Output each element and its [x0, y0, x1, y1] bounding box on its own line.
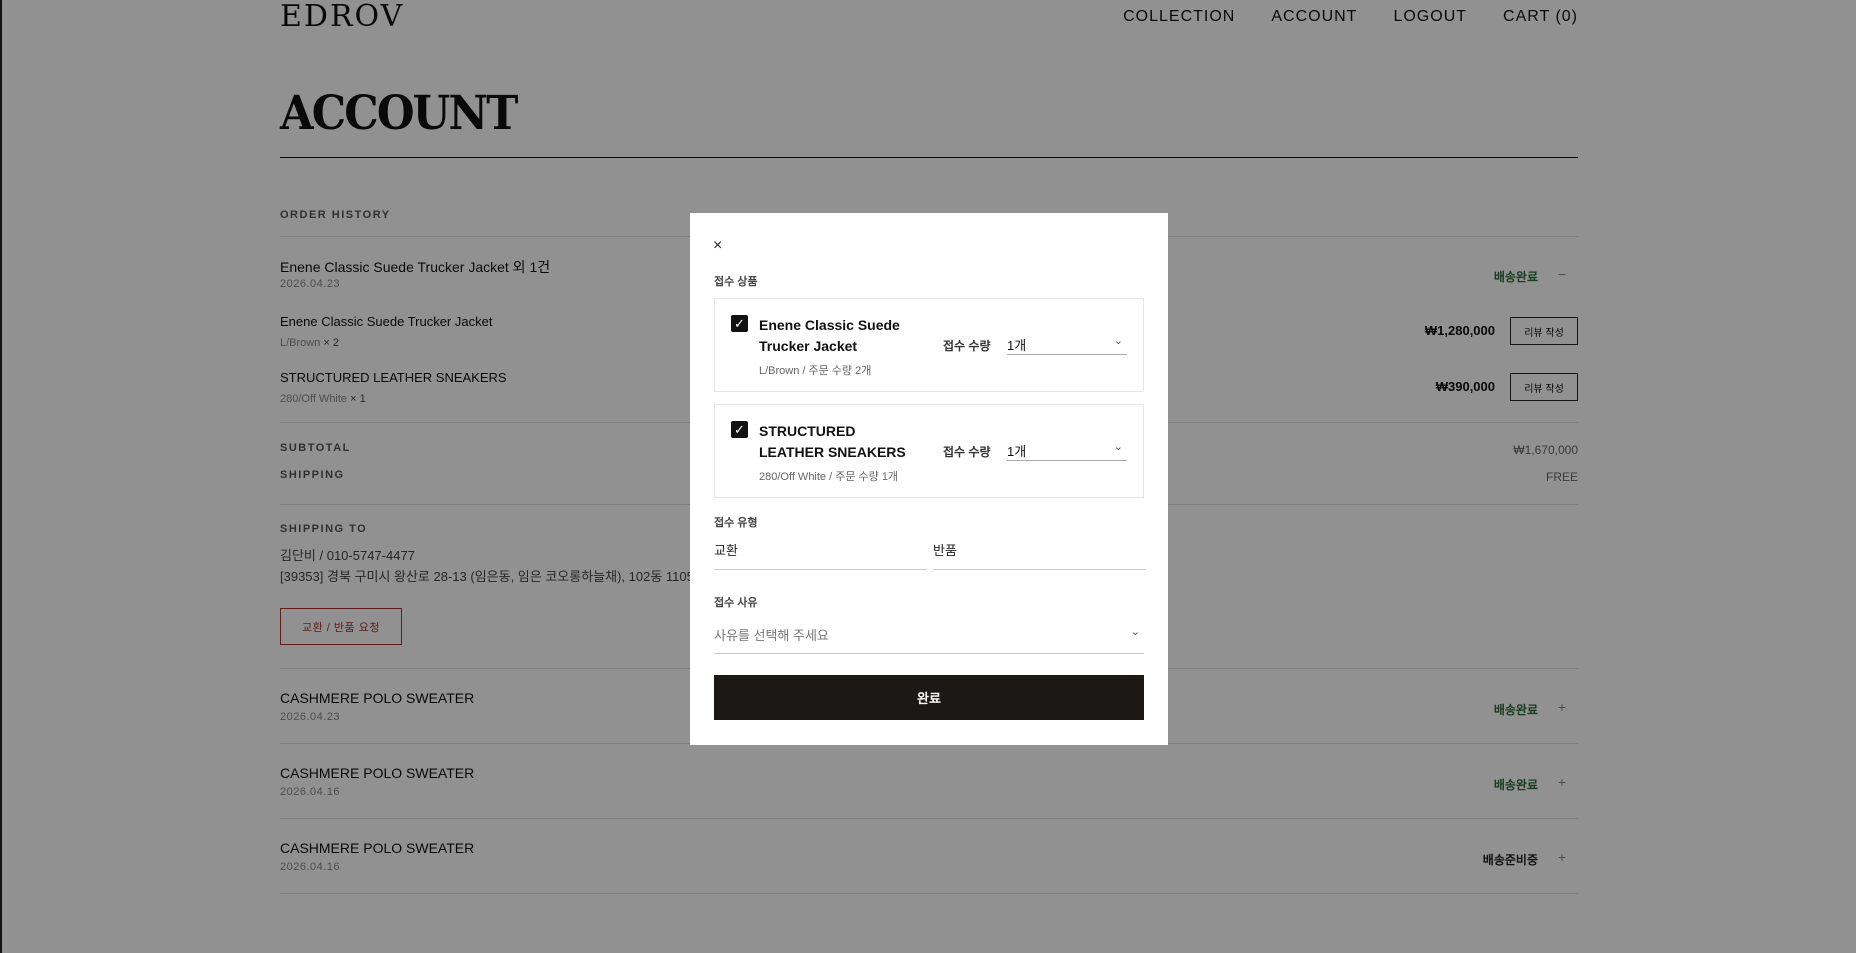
return-item-card: ✓ Enene Classic Suede Trucker Jacket L/B… — [714, 298, 1144, 392]
close-icon[interactable]: × — [713, 238, 722, 254]
chevron-down-icon: ⌄ — [1113, 335, 1123, 347]
chevron-down-icon: ⌄ — [1130, 626, 1140, 638]
qty-label: 접수 수량 — [943, 339, 991, 353]
return-item-card: ✓ STRUCTURED LEATHER SNEAKERS 280/Off Wh… — [714, 404, 1144, 498]
item-checkbox[interactable]: ✓ — [731, 315, 748, 332]
reason-label: 접수 사유 — [714, 597, 758, 609]
item-option: 280/Off White / 주문 수량 1개 — [759, 471, 899, 483]
reason-select[interactable]: 사유를 선택해 주세요 ⌄ — [714, 618, 1144, 654]
qty-select[interactable]: 1개 ⌄ — [1007, 335, 1127, 355]
confirm-button[interactable]: 완료 — [714, 675, 1144, 720]
chevron-down-icon: ⌄ — [1113, 441, 1123, 453]
qty-label: 접수 수량 — [943, 445, 991, 459]
qty-value: 1개 — [1007, 338, 1027, 353]
item-name: Enene Classic Suede Trucker Jacket — [759, 317, 900, 354]
qty-select[interactable]: 1개 ⌄ — [1007, 441, 1127, 461]
item-name: STRUCTURED LEATHER SNEAKERS — [759, 423, 906, 460]
return-request-modal: × 접수 상품 ✓ Enene Classic Suede Trucker Ja… — [690, 213, 1168, 745]
item-checkbox[interactable]: ✓ — [731, 421, 748, 438]
type-label: 접수 유형 — [714, 517, 758, 529]
type-option-exchange[interactable]: 교환 — [714, 540, 927, 570]
type-option-return[interactable]: 반품 — [933, 540, 1146, 570]
reason-placeholder: 사유를 선택해 주세요 — [714, 628, 829, 643]
item-option: L/Brown / 주문 수량 2개 — [759, 365, 872, 377]
qty-value: 1개 — [1007, 444, 1027, 459]
items-label: 접수 상품 — [714, 276, 758, 288]
